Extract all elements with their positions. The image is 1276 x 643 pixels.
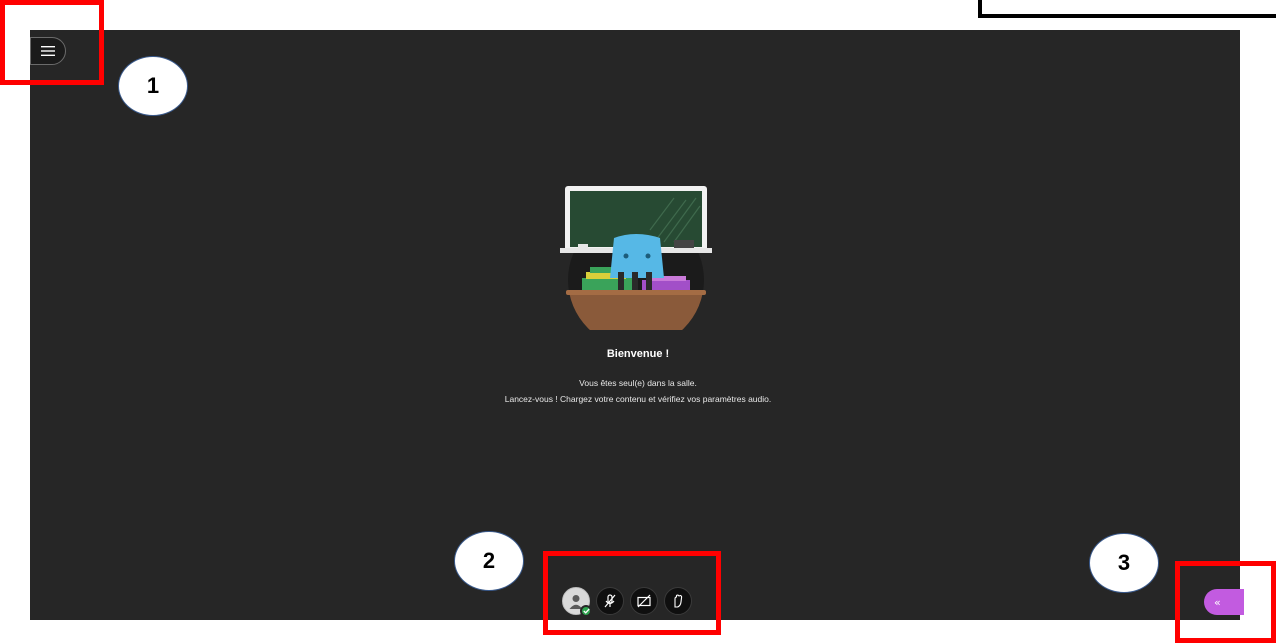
annotation-box-menu	[0, 0, 104, 85]
welcome-title: Bienvenue !	[606, 348, 670, 360]
classroom-illustration	[560, 186, 712, 330]
welcome-message-line2: Lancez-vous ! Chargez votre contenu et v…	[504, 394, 772, 404]
callout-2: 2	[454, 531, 524, 591]
callout-1: 1	[118, 56, 188, 116]
annotation-box-controls	[543, 551, 721, 635]
annotation-box-panel	[1175, 561, 1276, 643]
callout-3: 3	[1089, 533, 1159, 593]
corner-frame	[978, 0, 1276, 18]
page: Bienvenue ! Vous êtes seul(e) dans la sa…	[0, 0, 1276, 643]
welcome-message-line1: Vous êtes seul(e) dans la salle.	[579, 378, 697, 388]
